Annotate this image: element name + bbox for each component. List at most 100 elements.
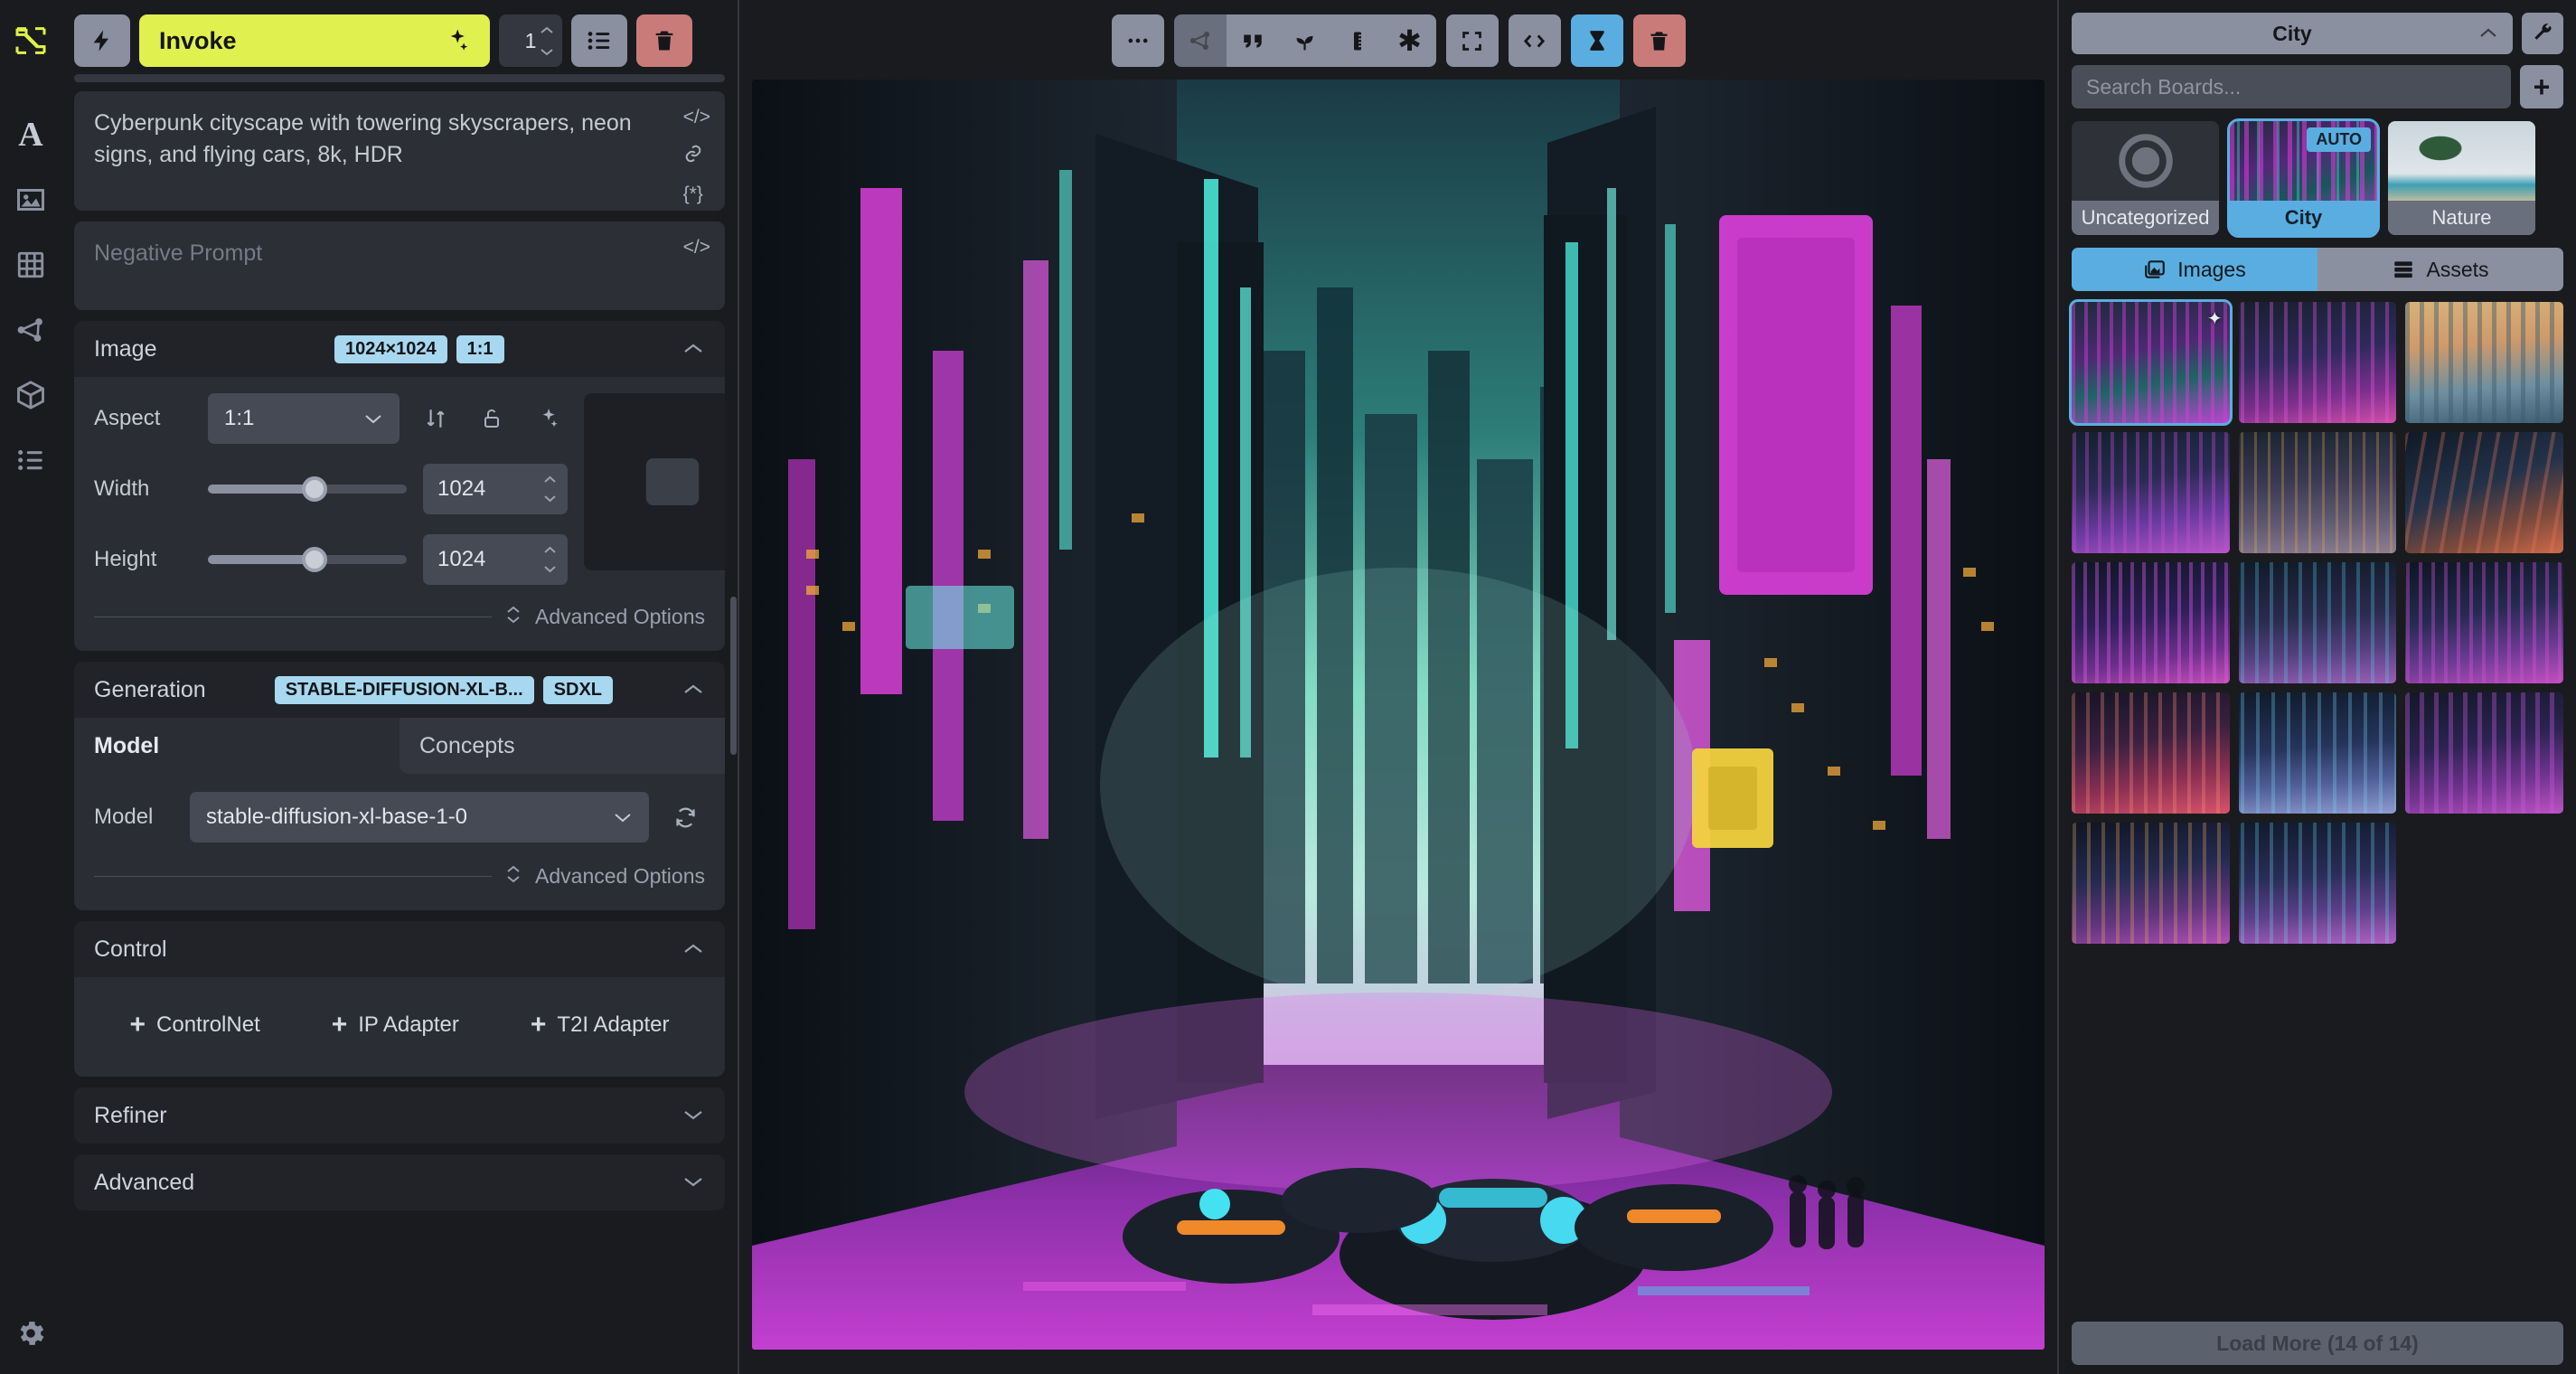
advanced-section-header[interactable]: Advanced: [74, 1154, 725, 1210]
generation-section-header[interactable]: Generation STABLE-DIFFUSION-XL-B... SDXL: [74, 662, 725, 718]
tab-images[interactable]: Images: [2072, 248, 2317, 291]
gallery-settings-button[interactable]: [2522, 13, 2563, 54]
width-row: Width 1024: [94, 464, 568, 514]
board-search-row: Search Boards... +: [2072, 65, 2563, 108]
code-icon[interactable]: </>: [683, 108, 710, 127]
generated-image[interactable]: [752, 80, 2045, 1350]
wrench-icon: [2534, 24, 2552, 40]
tab-concepts[interactable]: Concepts: [400, 718, 725, 774]
board-auto-badge: AUTO: [2307, 127, 2371, 152]
board-selector[interactable]: City: [2072, 13, 2513, 54]
height-value: 1024: [437, 547, 486, 571]
width-value: 1024: [437, 476, 486, 501]
gallery-item[interactable]: [2238, 692, 2397, 814]
chevron-up-icon: [682, 337, 705, 361]
use-prompt-button[interactable]: [1226, 14, 1279, 67]
invoke-bolt-button[interactable]: [74, 14, 130, 67]
board-uncategorized[interactable]: Uncategorized: [2072, 121, 2219, 235]
add-t2i-adapter-button[interactable]: + T2I Adapter: [531, 1010, 670, 1040]
sidebar-item-image[interactable]: [10, 179, 52, 221]
model-select[interactable]: stable-diffusion-xl-base-1-0: [190, 792, 649, 842]
tab-concepts-label: Concepts: [419, 732, 515, 758]
gallery-item[interactable]: [2072, 692, 2230, 814]
star-icon[interactable]: ✦: [2207, 307, 2223, 330]
sidebar-item-models[interactable]: [10, 374, 52, 416]
sidebar-item-queue[interactable]: [10, 439, 52, 481]
add-ip-adapter-button[interactable]: + IP Adapter: [332, 1010, 459, 1040]
gallery-item[interactable]: [2238, 823, 2397, 944]
gallery-item[interactable]: [2238, 302, 2397, 423]
sidebar-item-nodes[interactable]: [10, 309, 52, 351]
gallery-grid: ✦: [2069, 299, 2563, 944]
chevron-down-icon: [544, 495, 556, 503]
progress-button[interactable]: [1570, 14, 1623, 67]
asterisk-icon: ✱: [1397, 24, 1422, 57]
negative-prompt-box[interactable]: Negative Prompt </>: [74, 221, 725, 310]
send-to-node-button[interactable]: [1173, 14, 1227, 67]
lock-aspect-icon[interactable]: [472, 407, 512, 430]
image-section-header[interactable]: Image 1024×1024 1:1: [74, 321, 725, 377]
add-board-button[interactable]: +: [2520, 65, 2563, 108]
image-advanced-row[interactable]: Advanced Options: [94, 603, 705, 631]
gallery-item[interactable]: [2072, 562, 2230, 683]
gallery-item[interactable]: [2405, 302, 2563, 423]
aspect-select[interactable]: 1:1: [208, 393, 400, 444]
panel-progress-track[interactable]: [74, 74, 725, 82]
gallery-item[interactable]: [2238, 432, 2397, 553]
gallery-item[interactable]: [2405, 562, 2563, 683]
use-seed-button[interactable]: [1278, 14, 1331, 67]
clear-queue-button[interactable]: [636, 14, 692, 67]
search-boards-input[interactable]: Search Boards...: [2072, 65, 2511, 108]
queue-list-icon: [18, 449, 42, 471]
fullscreen-icon: [1462, 31, 1481, 51]
width-slider[interactable]: [208, 476, 407, 502]
settings-gear-icon[interactable]: [10, 1313, 52, 1354]
more-options-button[interactable]: [1111, 14, 1164, 67]
use-size-button[interactable]: [1330, 14, 1384, 67]
sync-models-icon[interactable]: [665, 805, 705, 830]
delete-image-button[interactable]: [1632, 14, 1686, 67]
positive-prompt-box[interactable]: Cyberpunk cityscape with towering skyscr…: [74, 91, 725, 211]
tab-model[interactable]: Model: [74, 718, 400, 774]
optimize-sparkle-icon[interactable]: [528, 407, 568, 430]
control-section-header[interactable]: Control: [74, 921, 725, 977]
gallery-item[interactable]: [2072, 823, 2230, 944]
add-controlnet-button[interactable]: + ControlNet: [129, 1010, 259, 1040]
height-slider[interactable]: [208, 547, 407, 572]
image-advanced-options-label[interactable]: Advanced Options: [535, 605, 705, 629]
board-nature[interactable]: Nature: [2388, 121, 2535, 235]
height-input[interactable]: 1024: [423, 534, 568, 585]
sidebar-item-grid[interactable]: [10, 244, 52, 286]
metadata-code-button[interactable]: [1508, 14, 1561, 67]
queue-list-button[interactable]: [571, 14, 627, 67]
link-icon[interactable]: [683, 144, 710, 167]
logo-icon[interactable]: [10, 20, 52, 61]
width-label: Width: [94, 476, 150, 501]
model-label: Model: [94, 805, 154, 829]
board-nature-label: Nature: [2388, 201, 2535, 235]
fullscreen-button[interactable]: [1445, 14, 1499, 67]
gallery-item[interactable]: [2405, 432, 2563, 553]
generation-advanced-options-label[interactable]: Advanced Options: [535, 864, 705, 889]
width-input[interactable]: 1024: [423, 464, 568, 514]
swap-dimensions-icon[interactable]: [416, 407, 456, 430]
gallery-item[interactable]: [2405, 692, 2563, 814]
refiner-section-header[interactable]: Refiner: [74, 1087, 725, 1143]
gallery-item[interactable]: ✦: [2069, 299, 2233, 426]
use-all-button[interactable]: ✱: [1383, 14, 1436, 67]
code-icon[interactable]: </>: [683, 238, 710, 257]
tab-assets[interactable]: Assets: [2317, 248, 2563, 291]
gallery-item[interactable]: [2238, 562, 2397, 683]
invoke-button[interactable]: Invoke: [139, 14, 490, 67]
gallery-item[interactable]: [2072, 432, 2230, 553]
generation-section-body: Model Concepts Model stable-diffusion-xl…: [74, 718, 725, 910]
board-city[interactable]: AUTO City: [2227, 118, 2380, 238]
generation-tabs: Model Concepts: [74, 718, 725, 774]
sidebar-item-text-to-image[interactable]: A: [10, 114, 52, 155]
plus-icon: +: [331, 1010, 348, 1040]
load-more-button[interactable]: Load More (14 of 14): [2072, 1322, 2563, 1365]
iterations-stepper[interactable]: 1: [499, 14, 562, 67]
left-panel-scrollbar[interactable]: [730, 597, 737, 755]
generation-advanced-row[interactable]: Advanced Options: [94, 862, 705, 890]
embedding-icon[interactable]: {*}: [683, 184, 710, 203]
